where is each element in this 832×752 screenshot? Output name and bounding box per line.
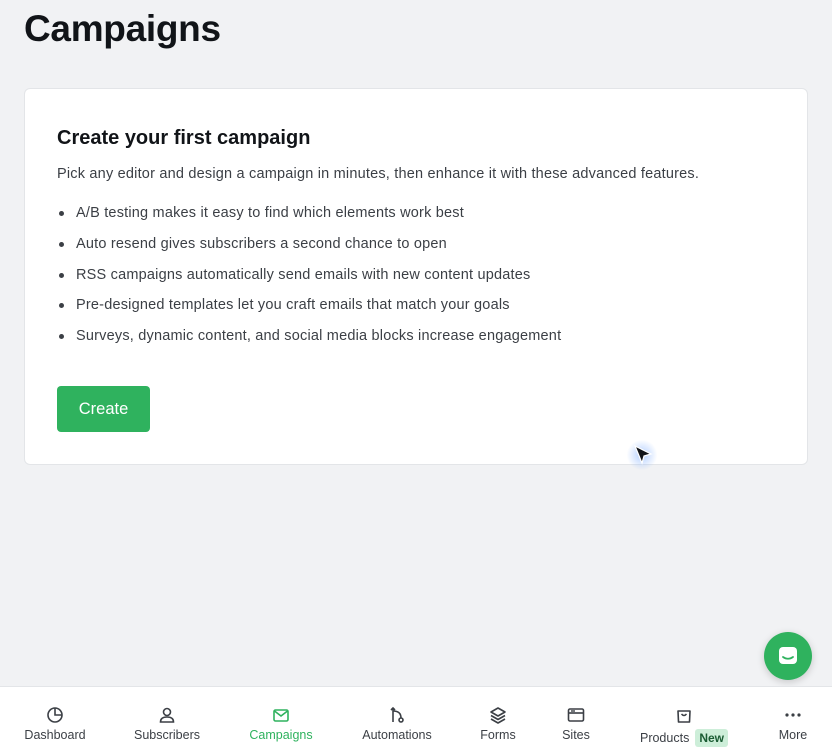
feature-list: A/B testing makes it easy to find which … — [57, 203, 561, 357]
nav-item-products[interactable]: Products New — [636, 687, 732, 752]
feature-item: A/B testing makes it easy to find which … — [57, 203, 561, 234]
feature-item: Auto resend gives subscribers a second c… — [57, 234, 561, 265]
page-title: Campaigns — [24, 8, 221, 49]
nav-label: Dashboard — [24, 728, 86, 742]
feature-item: Surveys, dynamic content, and social med… — [57, 326, 561, 357]
new-badge: New — [695, 729, 729, 747]
chat-support-button[interactable] — [764, 632, 812, 680]
bottom-navigation: Dashboard Subscribers Campaigns Automati… — [0, 686, 832, 752]
branch-icon — [390, 706, 404, 723]
card-title: Create your first campaign — [57, 127, 311, 149]
nav-item-more[interactable]: More — [774, 687, 812, 752]
feature-item: RSS campaigns automatically send emails … — [57, 265, 561, 296]
shopping-bag-icon — [677, 710, 691, 723]
feature-item: Pre-designed templates let you craft ema… — [57, 295, 561, 326]
layers-icon — [490, 707, 506, 724]
create-campaign-button[interactable]: Create — [57, 386, 150, 432]
nav-item-dashboard[interactable]: Dashboard — [22, 687, 88, 752]
nav-item-sites[interactable]: Sites — [558, 687, 594, 752]
nav-label-text: Products — [639, 731, 690, 745]
chat-bubble-icon — [779, 647, 797, 664]
browser-window-icon — [567, 708, 585, 722]
nav-item-campaigns[interactable]: Campaigns — [247, 687, 315, 752]
user-icon — [159, 707, 175, 723]
ellipsis-icon — [785, 713, 801, 717]
clock-pie-icon — [47, 707, 63, 723]
mouse-cursor-icon — [633, 444, 653, 465]
nav-item-forms[interactable]: Forms — [477, 687, 519, 752]
empty-state-card: Create your first campaign Pick any edit… — [24, 88, 808, 465]
nav-label: Sites — [562, 728, 590, 742]
nav-label: Automations — [362, 728, 432, 742]
nav-label: Campaigns — [249, 728, 313, 742]
nav-label: Subscribers — [134, 728, 200, 742]
card-description: Pick any editor and design a campaign in… — [57, 166, 700, 182]
nav-item-subscribers[interactable]: Subscribers — [131, 687, 203, 752]
nav-label: Forms — [480, 728, 516, 742]
nav-label: More — [778, 728, 808, 742]
nav-item-automations[interactable]: Automations — [359, 687, 435, 752]
mail-icon — [273, 709, 289, 722]
nav-label: Products New — [639, 729, 729, 747]
